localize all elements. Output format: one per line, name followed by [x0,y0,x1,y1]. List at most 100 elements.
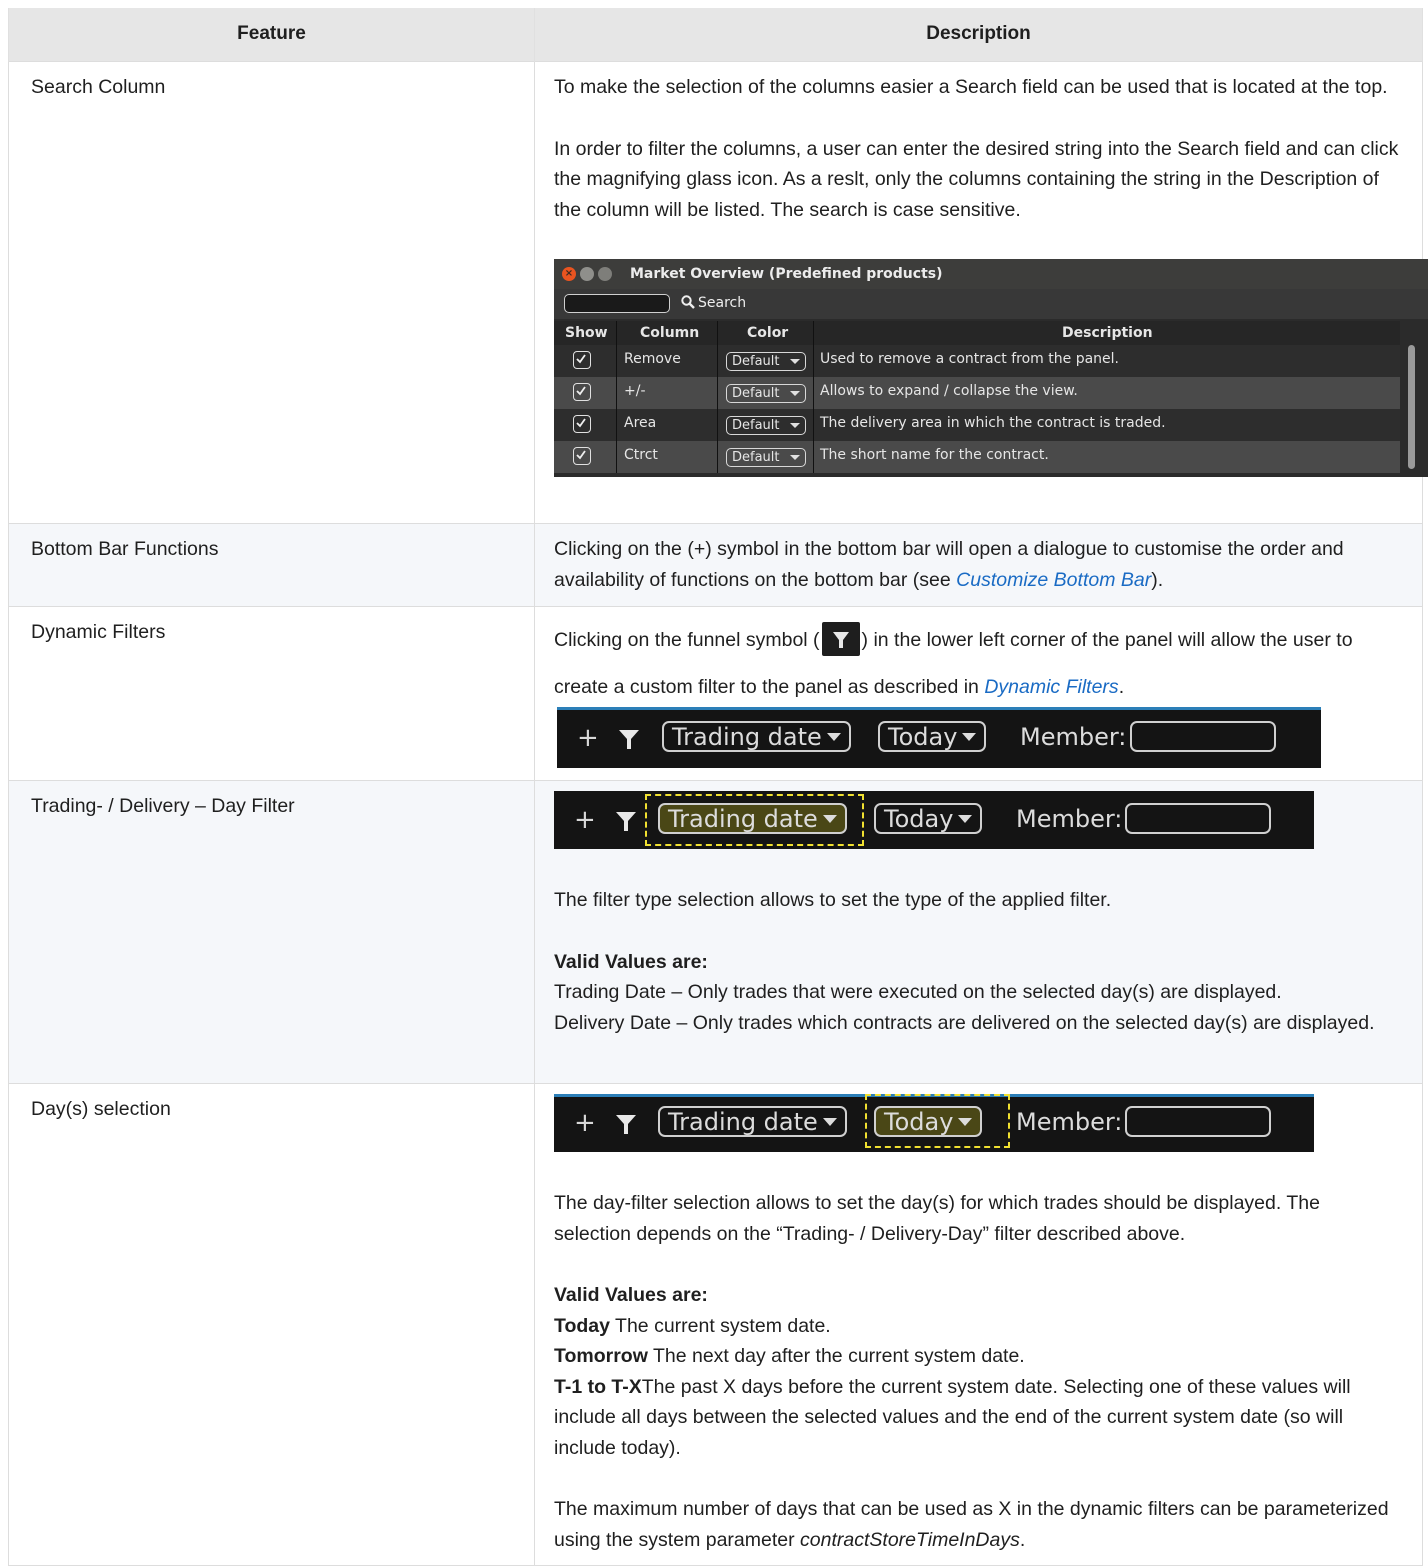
column-name: Ctrct [624,447,658,463]
funnel-icon[interactable] [615,1114,637,1135]
check-icon [576,418,586,428]
member-label: Member: [1016,805,1123,833]
day-dropdown[interactable]: Today [874,803,983,834]
description-cell: To make the selection of the columns eas… [534,61,1428,524]
member-input[interactable] [1125,1106,1271,1137]
accent-line [557,707,1321,710]
chevron-down-icon [962,733,977,741]
chevron-down-icon [790,455,800,460]
col-header-description: Description [1062,325,1153,341]
col-header-column: Column [640,325,700,341]
close-icon: × [564,268,574,279]
paragraph: Trading Date – Only trades that were exe… [554,981,1282,1003]
show-checkbox[interactable] [573,383,591,401]
member-label: Member: [1020,723,1127,751]
feature-cell: Day(s) selection [8,1083,535,1566]
paragraph: T-1 to T-XThe past X days before the cur… [554,1375,1351,1459]
column-divider [717,321,718,473]
paragraph: In order to filter the columns, a user c… [554,137,1399,221]
description-cell: Clicking on the (+) symbol in the bottom… [534,523,1423,607]
magnifier-icon [681,295,695,309]
bottom-bar-image: + Trading date Today Member: [557,707,1321,768]
header-feature: Feature [8,8,535,62]
table-row: Area Default The delivery area in which … [554,409,1400,441]
search-label: Search [698,295,747,311]
color-dropdown[interactable]: Default [726,384,806,403]
valid-values-heading: Valid Values are: [554,950,708,973]
funnel-icon[interactable] [618,729,640,750]
paragraph: Clicking on the funnel symbol () in the … [554,617,1402,711]
funnel-icon[interactable] [615,811,637,832]
table-row: +/- Default Allows to expand / collapse … [554,377,1400,409]
table-row: Bottom Bar Functions Clicking on the (+)… [8,523,1423,607]
funnel-icon [821,622,860,656]
paragraph: Clicking on the (+) symbol in the bottom… [554,538,1344,591]
filter-type-dropdown[interactable]: Trading date [658,1106,847,1137]
member-input[interactable] [1125,803,1271,834]
chevron-down-icon [826,733,841,741]
paragraph: Delivery Date – Only trades which contra… [554,1011,1375,1034]
column-description: Used to remove a contract from the panel… [820,351,1119,367]
highlight-box [865,1094,1010,1148]
search-input[interactable] [564,294,670,313]
show-checkbox[interactable] [573,415,591,433]
check-icon [576,386,586,396]
check-icon [576,450,586,460]
column-description: Allows to expand / collapse the view. [820,383,1078,399]
table-row: Search Column To make the selection of t… [8,61,1428,524]
paragraph: The filter type selection allows to set … [554,889,1112,911]
plus-icon[interactable]: + [577,725,599,751]
scrollbar-thumb[interactable] [1408,345,1415,469]
header-description: Description [534,8,1423,62]
feature-cell: Search Column [8,61,535,524]
chevron-down-icon [822,1118,837,1126]
paragraph: Valid Values are: [554,1280,1402,1311]
columns-header: Show Column Color Description [554,321,1400,345]
paragraph: The day-filter selection allows to set t… [554,1192,1320,1245]
filter-type-dropdown[interactable]: Trading date [662,721,851,752]
description-cell: Clicking on the funnel symbol () in the … [534,606,1423,781]
column-name: Remove [624,351,681,367]
highlight-box [645,794,864,846]
window-close-button[interactable]: × [562,267,576,281]
column-name: Area [624,415,657,431]
feature-cell: Trading- / Delivery – Day Filter [8,780,535,1084]
title-bar: × Market Overview (Predefined products) [554,259,1428,289]
scrollbar[interactable] [1400,321,1428,477]
description-cell: + Trading date Today Member: The day-fil… [534,1083,1423,1566]
table-row: Dynamic Filters Clicking on the funnel s… [8,606,1423,781]
table-row: Trading- / Delivery – Day Filter + Tradi… [8,780,1423,1084]
feature-cell: Bottom Bar Functions [8,523,535,607]
window-maximize-button[interactable] [598,267,612,281]
col-header-show: Show [565,325,608,341]
column-description: The short name for the contract. [820,447,1049,463]
plus-icon[interactable]: + [574,1110,596,1136]
market-overview-dialog: × Market Overview (Predefined products) … [554,259,1428,477]
search-button[interactable]: Search [681,294,746,312]
plus-icon[interactable]: + [574,807,596,833]
column-name: +/- [624,383,646,399]
table-row: Ctrct Default The short name for the con… [554,441,1400,473]
color-dropdown[interactable]: Default [726,416,806,435]
system-parameter: contractStoreTimeInDays [800,1528,1020,1551]
customize-bottom-bar-link[interactable]: Customize Bottom Bar [956,569,1151,591]
check-icon [576,354,586,364]
color-dropdown[interactable]: Default [726,352,806,371]
day-dropdown[interactable]: Today [878,721,987,752]
member-input[interactable] [1130,721,1276,752]
table-row: Remove Default Used to remove a contract… [554,345,1400,377]
paragraph: The maximum number of days that can be u… [554,1498,1389,1551]
feature-table: Feature Description Search Column To mak… [8,8,1428,1566]
window-minimize-button[interactable] [580,267,594,281]
valid-values-heading: Valid Values are: [554,1284,708,1306]
show-checkbox[interactable] [573,351,591,369]
dynamic-filters-link[interactable]: Dynamic Filters [984,676,1118,698]
color-dropdown[interactable]: Default [726,448,806,467]
show-checkbox[interactable] [573,447,591,465]
chevron-down-icon [958,815,973,823]
chevron-down-icon [790,423,800,428]
col-header-color: Color [747,325,789,341]
feature-cell: Dynamic Filters [8,606,535,781]
table-row: Day(s) selection + Trading date Today Me… [8,1083,1423,1566]
bottom-bar-image: + Trading date Today Member: [554,791,1314,849]
